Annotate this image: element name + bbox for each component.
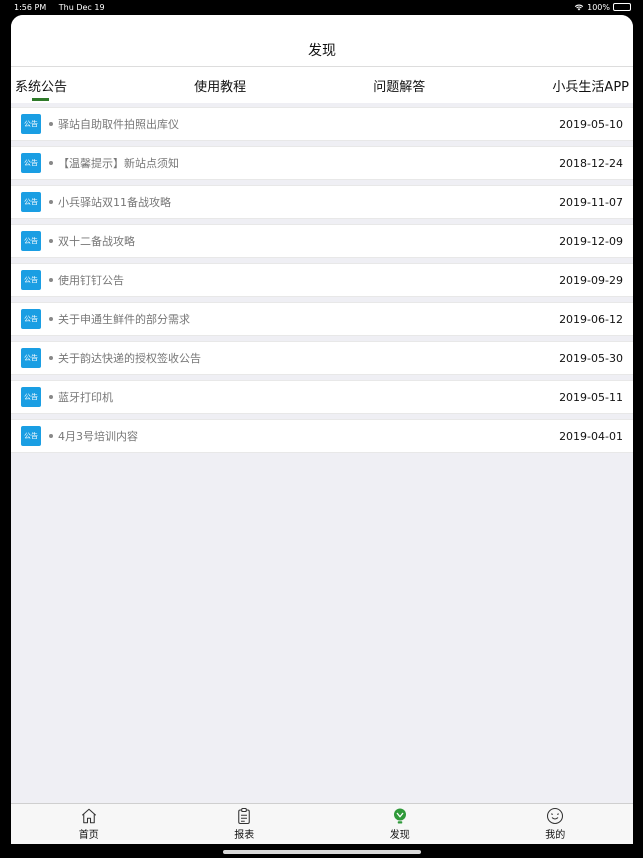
list-item[interactable]: 公告 双十二备战攻略 2019-12-09 [11, 224, 633, 258]
status-date: Thu Dec 19 [58, 2, 105, 12]
bullet-icon [49, 356, 53, 360]
bullet-icon [49, 122, 53, 126]
smiley-icon [547, 807, 564, 825]
tabbar-label: 报表 [234, 830, 255, 841]
tabbar-item-discover[interactable]: 发现 [322, 804, 478, 844]
bullet-icon [49, 278, 53, 282]
list-item[interactable]: 公告 蓝牙打印机 2019-05-11 [11, 380, 633, 414]
list-item-date: 2019-05-30 [559, 351, 623, 365]
list-item-title: 双十二备战攻略 [58, 235, 135, 248]
status-left: 1:56 PM Thu Dec 19 [14, 3, 115, 12]
bullet-icon [49, 161, 53, 165]
announcement-badge: 公告 [21, 231, 41, 251]
list-item-title: 使用钉钉公告 [58, 274, 124, 287]
tabbar-label: 发现 [389, 830, 410, 841]
list-item[interactable]: 公告 4月3号培训内容 2019-04-01 [11, 419, 633, 453]
tab-label: 系统公告 [15, 79, 68, 95]
list-item-title: 驿站自助取件拍照出库仪 [58, 118, 179, 131]
tabbar-item-mine[interactable]: 我的 [478, 804, 634, 844]
wifi-icon [574, 4, 584, 11]
tab-tutorials[interactable]: 使用教程 [194, 67, 246, 103]
status-right: 100% [574, 3, 631, 12]
announcement-badge: 公告 [21, 387, 41, 407]
list-item[interactable]: 公告 关于申通生鲜件的部分需求 2019-06-12 [11, 302, 633, 336]
device-screen: 1:56 PM Thu Dec 19 100% 发现 系统公告 使用教程 问题解… [0, 0, 643, 858]
tabbar-item-reports[interactable]: 报表 [167, 804, 323, 844]
list-item[interactable]: 公告 【温馨提示】新站点须知 2018-12-24 [11, 146, 633, 180]
list-item-title: 关于韵达快递的授权签收公告 [58, 352, 201, 365]
tabbar-label: 我的 [545, 830, 566, 841]
announcement-badge: 公告 [21, 114, 41, 134]
status-time: 1:56 PM [14, 2, 47, 12]
tabbar-item-home[interactable]: 首页 [11, 804, 167, 844]
segment-tabs: 系统公告 使用教程 问题解答 小兵生活APP [11, 67, 633, 103]
announcement-badge: 公告 [21, 270, 41, 290]
home-indicator[interactable] [223, 850, 421, 854]
list-item-date: 2019-05-10 [559, 117, 623, 131]
list-item-date: 2019-05-11 [559, 390, 623, 404]
list-item-title: 关于申通生鲜件的部分需求 [58, 313, 190, 326]
list-item[interactable]: 公告 驿站自助取件拍照出库仪 2019-05-10 [11, 107, 633, 141]
announcement-badge: 公告 [21, 426, 41, 446]
list-item[interactable]: 公告 小兵驿站双11备战攻略 2019-11-07 [11, 185, 633, 219]
tab-label: 使用教程 [194, 79, 247, 95]
announcement-badge: 公告 [21, 153, 41, 173]
bullet-icon [49, 395, 53, 399]
list-item-title: 【温馨提示】新站点须知 [58, 157, 179, 170]
page-title: 发现 [308, 42, 336, 59]
announcement-badge: 公告 [21, 309, 41, 329]
announcement-list: 公告 驿站自助取件拍照出库仪 2019-05-10 公告 【温馨提示】新站点须知… [11, 107, 633, 453]
tab-faq[interactable]: 问题解答 [373, 67, 425, 103]
list-item-date: 2019-12-09 [559, 234, 623, 248]
list-item-date: 2019-04-01 [559, 429, 623, 443]
bottom-tab-bar: 首页 报表 发现 我的 [11, 803, 633, 844]
status-bar: 1:56 PM Thu Dec 19 100% [0, 0, 643, 14]
home-icon [81, 808, 96, 824]
bullet-icon [49, 434, 53, 438]
tab-xiaobing-app[interactable]: 小兵生活APP [552, 67, 629, 103]
tab-label: 问题解答 [373, 79, 426, 95]
list-item-date: 2019-06-12 [559, 312, 623, 326]
battery-icon [613, 3, 631, 11]
list-item-title: 蓝牙打印机 [58, 391, 113, 404]
tab-label: 小兵生活APP [552, 79, 629, 95]
nav-bar: 发现 [11, 15, 633, 67]
list-item-title: 小兵驿站双11备战攻略 [58, 196, 171, 209]
list-item-title: 4月3号培训内容 [58, 430, 138, 443]
bullet-icon [49, 317, 53, 321]
tabbar-label: 首页 [78, 830, 99, 841]
list-item[interactable]: 公告 使用钉钉公告 2019-09-29 [11, 263, 633, 297]
battery-percent: 100% [587, 2, 610, 12]
announcement-badge: 公告 [21, 192, 41, 212]
announcement-badge: 公告 [21, 348, 41, 368]
tab-system-announcements[interactable]: 系统公告 [15, 67, 67, 103]
bullet-icon [49, 239, 53, 243]
list-item-date: 2018-12-24 [559, 156, 623, 170]
bullet-icon [49, 200, 53, 204]
clipboard-icon [238, 807, 251, 825]
discover-icon [393, 808, 406, 824]
app-window: 发现 系统公告 使用教程 问题解答 小兵生活APP 公告 驿站自助取件拍照出库仪… [11, 15, 633, 844]
list-item-date: 2019-11-07 [559, 195, 623, 209]
list-item-date: 2019-09-29 [559, 273, 623, 287]
list-item[interactable]: 公告 关于韵达快递的授权签收公告 2019-05-30 [11, 341, 633, 375]
